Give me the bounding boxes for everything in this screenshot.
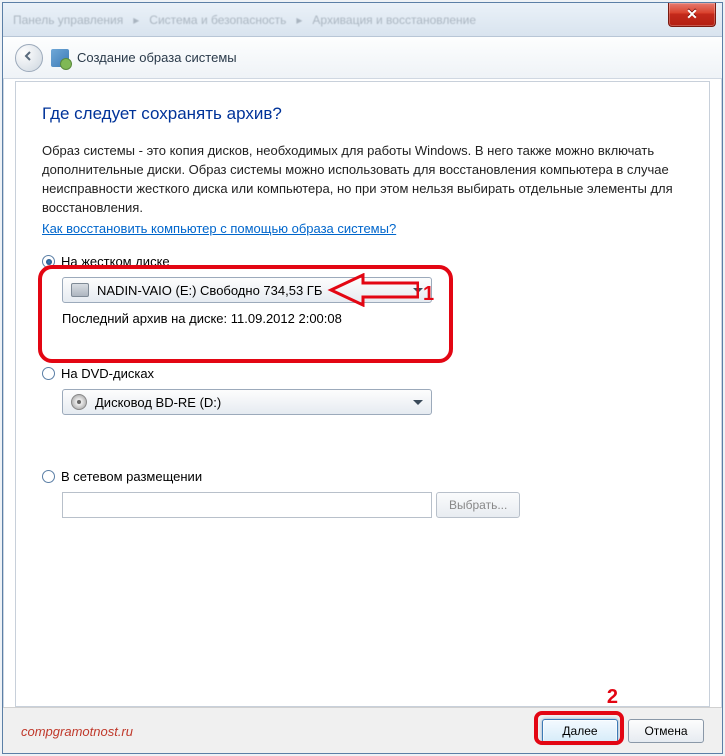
radio-row-dvd[interactable]: На DVD-дисках [42, 366, 683, 381]
breadcrumb-item: Панель управления [13, 13, 123, 27]
titlebar: Панель управления ▸ Система и безопаснос… [3, 3, 722, 37]
radio-network-label: В сетевом размещении [61, 469, 202, 484]
radio-row-hdd[interactable]: На жестком диске [42, 254, 683, 269]
description-text: Образ системы - это копия дисков, необхо… [42, 142, 683, 217]
annotation-number-1: 1 [423, 283, 434, 306]
dvd-dropdown-value: Дисковод BD-RE (D:) [95, 395, 221, 410]
radio-dvd-label: На DVD-дисках [61, 366, 154, 381]
breadcrumb-item: Система и безопасность [149, 13, 286, 27]
cancel-button[interactable]: Отмена [628, 719, 704, 743]
radio-dvd[interactable] [42, 367, 55, 380]
optical-drive-icon [71, 394, 87, 410]
back-button[interactable] [15, 44, 43, 72]
wizard-window: Панель управления ▸ Система и безопаснос… [2, 2, 723, 754]
breadcrumb: Панель управления ▸ Система и безопаснос… [13, 13, 476, 27]
system-image-icon [51, 49, 69, 67]
option-harddisk: На жестком диске NADIN-VAIO (E:) Свободн… [42, 254, 683, 326]
radio-row-network[interactable]: В сетевом размещении [42, 469, 683, 484]
breadcrumb-item: Архивация и восстановление [312, 13, 476, 27]
next-button[interactable]: Далее [542, 719, 618, 743]
annotation-number-2: 2 [607, 686, 618, 709]
last-backup-info: Последний архив на диске: 11.09.2012 2:0… [62, 311, 683, 326]
chevron-down-icon [413, 400, 423, 405]
browse-button[interactable]: Выбрать... [436, 492, 520, 518]
dvd-dropdown[interactable]: Дисковод BD-RE (D:) [62, 389, 432, 415]
chevron-down-icon [413, 288, 423, 293]
hdd-dropdown[interactable]: NADIN-VAIO (E:) Свободно 734,53 ГБ [62, 277, 432, 303]
option-dvd: На DVD-дисках Дисковод BD-RE (D:) [42, 366, 683, 415]
network-path-input[interactable] [62, 492, 432, 518]
radio-hdd[interactable] [42, 255, 55, 268]
wizard-title: Создание образа системы [77, 50, 237, 65]
arrow-left-icon [23, 50, 35, 65]
content-area: Где следует сохранять архив? Образ систе… [15, 81, 710, 707]
radio-hdd-label: На жестком диске [61, 254, 170, 269]
close-button[interactable]: ✕ [668, 3, 716, 27]
radio-network[interactable] [42, 470, 55, 483]
harddrive-icon [71, 283, 89, 297]
hdd-dropdown-value: NADIN-VAIO (E:) Свободно 734,53 ГБ [97, 283, 322, 298]
help-link[interactable]: Как восстановить компьютер с помощью обр… [42, 221, 396, 236]
close-icon: ✕ [686, 6, 698, 23]
watermark: compgramotnost.ru [21, 724, 133, 739]
wizard-header: Создание образа системы [3, 37, 722, 79]
option-network: В сетевом размещении Выбрать... [42, 469, 683, 518]
page-heading: Где следует сохранять архив? [42, 104, 683, 124]
